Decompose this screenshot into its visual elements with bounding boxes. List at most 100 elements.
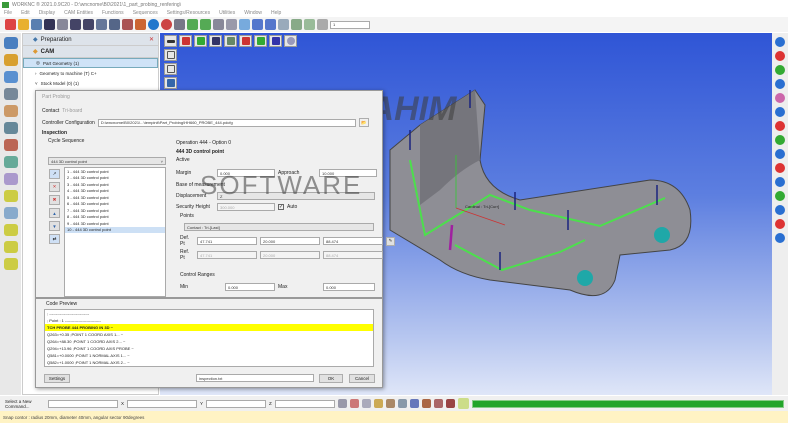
snap-icon[interactable]: [775, 205, 785, 215]
settings-icon[interactable]: [3, 207, 18, 219]
new-icon[interactable]: [5, 19, 16, 30]
controller-config-field[interactable]: D:\wncnome\B0\2021\...\tempinit\Part_Pro…: [97, 118, 356, 127]
output-file-field[interactable]: inspection.txt: [196, 374, 314, 382]
def-x-field[interactable]: 47.741: [197, 237, 257, 245]
view-front-icon[interactable]: [179, 35, 192, 47]
panel-icon[interactable]: [109, 19, 120, 30]
snap-mid-icon[interactable]: [361, 399, 371, 408]
stock-icon[interactable]: [3, 122, 18, 134]
menu-settings[interactable]: Settings/Resources: [167, 10, 210, 16]
undo-icon[interactable]: [70, 19, 81, 30]
points-select[interactable]: Contact : Tri-[Last]: [184, 223, 374, 231]
sim-icon[interactable]: [3, 156, 18, 168]
move-down-icon[interactable]: ▼: [49, 221, 60, 231]
post-icon[interactable]: [3, 173, 18, 185]
ref-z-field[interactable]: 88.474: [323, 251, 383, 259]
axis-icon[interactable]: [122, 19, 133, 30]
layer-select[interactable]: 1: [330, 20, 370, 29]
wire-icon[interactable]: [775, 107, 785, 117]
drill-icon[interactable]: [3, 105, 18, 117]
edit-icon[interactable]: ⇄: [49, 234, 60, 244]
folder-open-button[interactable]: 📂: [358, 118, 369, 127]
pick-point-button[interactable]: ✎: [386, 236, 395, 246]
cloud-icon[interactable]: [278, 19, 289, 30]
camera-icon[interactable]: [174, 19, 185, 30]
view2-icon[interactable]: [265, 19, 276, 30]
view-back-icon[interactable]: [254, 35, 267, 47]
rotate-view-icon[interactable]: [164, 49, 177, 61]
menu-file[interactable]: File: [4, 10, 12, 16]
show-icon[interactable]: [775, 149, 785, 159]
menu-edit[interactable]: Edit: [21, 10, 30, 16]
cycle-select[interactable]: 444 3D control point ˅: [48, 157, 166, 165]
grid-icon[interactable]: [775, 191, 785, 201]
color-icon[interactable]: [161, 19, 172, 30]
redo-icon[interactable]: [83, 19, 94, 30]
hide-icon[interactable]: [775, 135, 785, 145]
menu-functions[interactable]: Functions: [102, 10, 124, 16]
cam-header[interactable]: ◆ CAM: [23, 46, 158, 58]
snap-point-icon[interactable]: [337, 399, 347, 408]
color-icon[interactable]: [775, 51, 785, 61]
rotate-icon[interactable]: [239, 19, 250, 30]
sequence-item[interactable]: 10 - 444 3D control point: [65, 226, 165, 233]
menu-icon[interactable]: [164, 35, 177, 47]
fit-icon[interactable]: [213, 19, 224, 30]
view-bottom-icon[interactable]: [269, 35, 282, 47]
command-input[interactable]: [48, 399, 118, 408]
report-icon[interactable]: [3, 224, 18, 236]
macro-icon[interactable]: [3, 190, 18, 202]
light-icon[interactable]: [775, 177, 785, 187]
move-up-icon[interactable]: ▲: [49, 208, 60, 218]
zoom-icon[interactable]: [226, 19, 237, 30]
max-field[interactable]: 0.000: [323, 283, 375, 291]
cancel-button[interactable]: Cancel: [349, 374, 375, 383]
pick-icon[interactable]: [291, 19, 302, 30]
view-left-icon[interactable]: [209, 35, 222, 47]
x-field[interactable]: [127, 399, 198, 408]
toolpath-icon[interactable]: [3, 54, 18, 66]
view-right-icon[interactable]: [239, 35, 252, 47]
splitter[interactable]: [36, 297, 382, 299]
tool-icon[interactable]: [421, 399, 431, 408]
sequence-list[interactable]: 1 - 444 3D control point 2 - 444 3D contr…: [64, 167, 166, 297]
view-iso-icon[interactable]: [224, 35, 237, 47]
menu-utilities[interactable]: Utilities: [219, 10, 235, 16]
security-height-field[interactable]: 300.000: [217, 203, 275, 211]
save-icon[interactable]: [44, 19, 55, 30]
menu-cam-entities[interactable]: CAM Entities: [64, 10, 93, 16]
clip-icon[interactable]: [775, 219, 785, 229]
cube-view-icon[interactable]: [164, 63, 177, 75]
settings-button[interactable]: Settings: [44, 374, 70, 383]
export-icon[interactable]: [3, 241, 18, 253]
tool-icon[interactable]: [135, 19, 146, 30]
expand-icon[interactable]: ˅: [35, 81, 38, 86]
check-icon[interactable]: [3, 258, 18, 270]
z-field[interactable]: [274, 399, 335, 408]
info-icon[interactable]: [409, 399, 419, 408]
def-z-field[interactable]: 88.474: [323, 237, 383, 245]
tree-item-stock-model[interactable]: ˅ Stock Model (0) (1): [23, 78, 158, 88]
delete-icon[interactable]: ✕: [49, 182, 60, 192]
min-field[interactable]: 0.000: [225, 283, 275, 291]
print-icon[interactable]: [57, 19, 68, 30]
menu-display[interactable]: Display: [39, 10, 55, 16]
code-preview[interactable]: ; ------------------------------ ; Point …: [44, 309, 374, 367]
menu-sequences[interactable]: Sequences: [133, 10, 158, 16]
cam-icon[interactable]: [3, 71, 18, 83]
snap-end-icon[interactable]: [373, 399, 383, 408]
zoom-view-icon[interactable]: [284, 35, 297, 47]
menu-window[interactable]: Window: [244, 10, 262, 16]
sphere-icon[interactable]: [148, 19, 159, 30]
machine-icon[interactable]: [433, 399, 443, 408]
finish-icon[interactable]: [3, 139, 18, 151]
material-icon[interactable]: [775, 93, 785, 103]
filter-icon[interactable]: [317, 19, 328, 30]
view-icon[interactable]: [252, 19, 263, 30]
layer2-icon[interactable]: [200, 19, 211, 30]
ok-button[interactable]: OK: [319, 374, 343, 383]
book-icon[interactable]: [445, 399, 455, 408]
snap-line-icon[interactable]: [397, 399, 407, 408]
shade-icon[interactable]: [164, 77, 177, 89]
snap-center-icon[interactable]: [349, 399, 359, 408]
